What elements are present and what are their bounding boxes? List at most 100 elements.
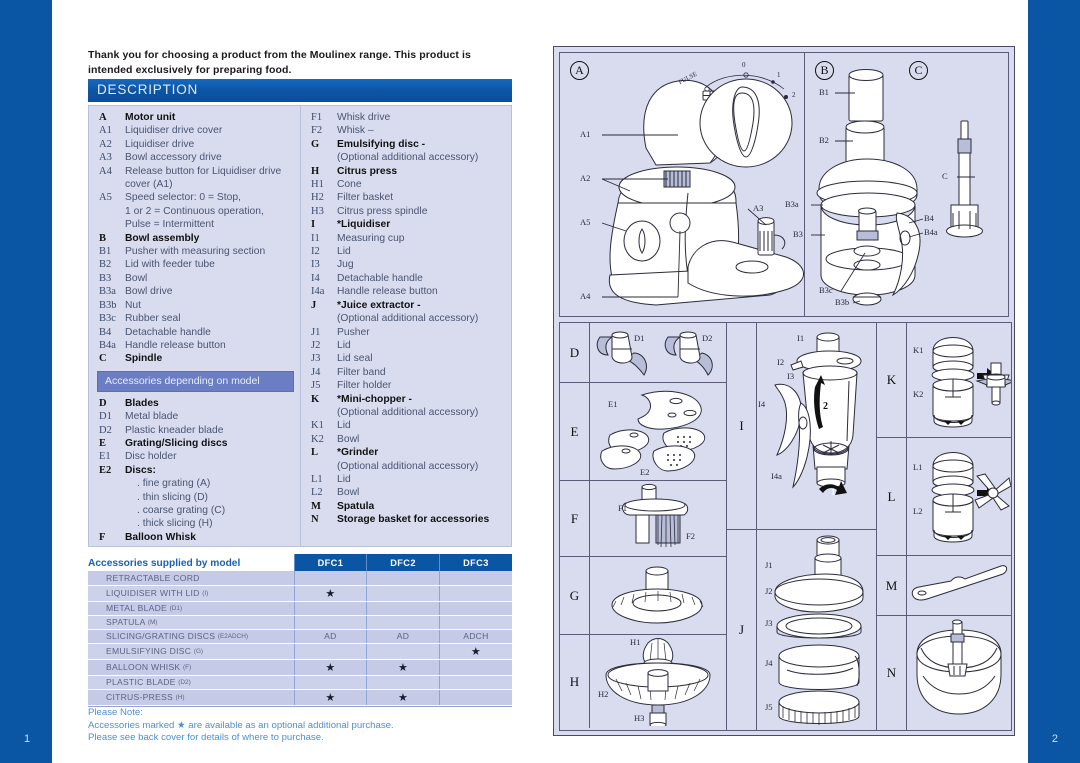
description-item-text: Storage basket for accessories — [337, 514, 490, 526]
accessories-table-row: SLICING/GRATING DISCS (E2ADCH) AD AD ADCH — [88, 629, 512, 644]
accessories-model-header: DFC1 — [293, 554, 367, 571]
callout-h2: H2 — [598, 689, 609, 699]
diagram-panel-bc: B C B1 B2 B3a B3 B4 B4a B3c B3b C — [785, 53, 1011, 316]
mini-chopper-illustration: K1 K2 — [907, 323, 1011, 437]
description-item-code: A1 — [99, 125, 112, 137]
callout-d1: D1 — [634, 333, 645, 343]
description-item: B1 Pusher with measuring section — [89, 245, 300, 258]
panel-label-n: N — [877, 616, 907, 730]
description-item-code: J3 — [311, 353, 321, 365]
accessories-row-label-code: (D2) — [178, 679, 191, 686]
description-item-code: E1 — [99, 451, 111, 463]
description-item-text: Rubber seal — [125, 313, 181, 325]
callout-f1: F1 — [618, 503, 627, 513]
accessories-table-row: PLASTIC BLADE (D2) — [88, 675, 512, 690]
description-item: . fine grating (A) — [89, 477, 300, 490]
accessories-cell: ★ — [366, 659, 440, 676]
description-panel: A Motor unit A1 Liquidiser drive cover A2 Liq… — [88, 105, 512, 547]
callout-j2: J2 — [765, 586, 773, 596]
callout-k1: K1 — [913, 345, 924, 355]
panel-label-a: A — [570, 61, 589, 80]
accessories-cell — [366, 615, 440, 630]
accessories-cell — [438, 675, 512, 690]
accessories-row-label: RETRACTABLE CORD — [88, 571, 295, 586]
callout-c: C — [942, 171, 948, 181]
description-item-text: . coarse grating (C) — [137, 504, 226, 516]
callout-e1: E1 — [608, 399, 618, 409]
storage-basket-svg — [916, 619, 1002, 715]
diagram-column-middle: I 2 1 I1 I2 I3 I4 I4a J J1 J2 J3 J4 J5 — [727, 322, 877, 731]
description-item: K2 Bowl — [301, 433, 511, 446]
description-item: I2 Lid — [301, 245, 511, 258]
description-item: H3 Citrus press spindle — [301, 205, 511, 218]
description-item: I4a Handle release button — [301, 285, 511, 298]
description-item-text: Citrus press spindle — [337, 205, 428, 217]
callout-a2: A2 — [580, 173, 591, 183]
description-item: L1 Lid — [301, 473, 511, 486]
description-item-text: *Mini-chopper - — [337, 393, 412, 405]
description-item-code: L — [311, 447, 319, 459]
accessories-row-label-text: EMULSIFYING DISC — [106, 646, 192, 656]
svg-text:2: 2 — [823, 401, 828, 412]
callout-i1: I1 — [797, 333, 805, 343]
accessories-table-row: RETRACTABLE CORD — [88, 571, 512, 586]
description-item: K1 Lid — [301, 419, 511, 432]
description-item-text: Plastic kneader blade — [125, 424, 224, 436]
diagram-row-m: M — [877, 556, 1011, 616]
description-item: . thick slicing (H) — [89, 517, 300, 530]
description-item-text: Whisk drive — [337, 112, 391, 123]
description-item-text: Lid — [337, 473, 351, 485]
description-item-text: Lid — [337, 339, 351, 351]
callout-b3: B3 — [793, 229, 803, 239]
description-item-text: Liquidiser drive — [125, 138, 195, 150]
description-item: A1 Liquidiser drive cover — [89, 124, 300, 137]
emulsifying-svg — [611, 566, 704, 624]
accessories-cell — [366, 601, 440, 616]
description-item: J3 Lid seal — [301, 352, 511, 365]
description-item: (Optional additional accessory) — [301, 406, 511, 419]
description-item-text: Bowl accessory drive — [125, 152, 222, 164]
accessories-table-title: Accessories supplied by model — [88, 558, 241, 569]
description-item-text: Liquidiser drive cover — [125, 125, 223, 137]
accessories-row-label-code: (F) — [183, 664, 192, 671]
accessories-row-label-text: PLASTIC BLADE — [106, 677, 176, 687]
description-item-code: B2 — [99, 259, 112, 271]
callout-k2: K2 — [913, 389, 924, 399]
description-item: (Optional additional accessory) — [301, 151, 511, 164]
description-item-code: E2 — [99, 464, 112, 476]
callout-e2: E2 — [640, 467, 650, 477]
panel-label-f: F — [560, 481, 590, 556]
panel-label-j: J — [727, 530, 757, 730]
callout-j4: J4 — [765, 658, 773, 668]
callout-j5: J5 — [765, 702, 773, 712]
accessories-cell: ★ — [293, 585, 367, 602]
description-item-text: Disc holder — [125, 451, 177, 463]
description-item-code: F2 — [311, 125, 323, 137]
description-item: A4 Release button for Liquidiser drive — [89, 165, 300, 178]
svg-text:1: 1 — [831, 487, 836, 497]
accessories-row-label-code: (G) — [193, 648, 204, 655]
juice-extractor-illustration: J1 J2 J3 J4 J5 — [757, 530, 876, 730]
callout-a5: A5 — [580, 217, 591, 227]
spatula-svg — [911, 565, 1008, 601]
description-item-code: A5 — [99, 192, 112, 204]
callout-h3: H3 — [634, 713, 645, 723]
description-item-code: K1 — [311, 420, 324, 432]
description-item-code: D1 — [99, 411, 112, 423]
accessories-table-row: METAL BLADE (D1) — [88, 601, 512, 616]
description-item: A2 Liquidiser drive — [89, 138, 300, 151]
description-item-text: Bowl assembly — [125, 232, 200, 244]
description-item-code: L1 — [311, 473, 323, 485]
description-item-code: B3c — [99, 313, 116, 325]
callout-b3b: B3b — [835, 297, 850, 307]
description-item: B3b Nut — [89, 299, 300, 312]
accessories-table-row: CITRUS-PRESS (H) ★ ★ — [88, 689, 512, 706]
callout-i4: I4 — [758, 399, 766, 409]
description-item-text: Handle release button — [125, 339, 226, 351]
description-item-text: Filter basket — [337, 192, 394, 204]
description-item-code: K2 — [311, 433, 324, 445]
description-item-text: (Optional additional accessory) — [337, 406, 479, 418]
left-page-edge-strip: 1 — [0, 0, 52, 763]
description-item: H1 Cone — [301, 178, 511, 191]
callout-b3a: B3a — [785, 199, 799, 209]
